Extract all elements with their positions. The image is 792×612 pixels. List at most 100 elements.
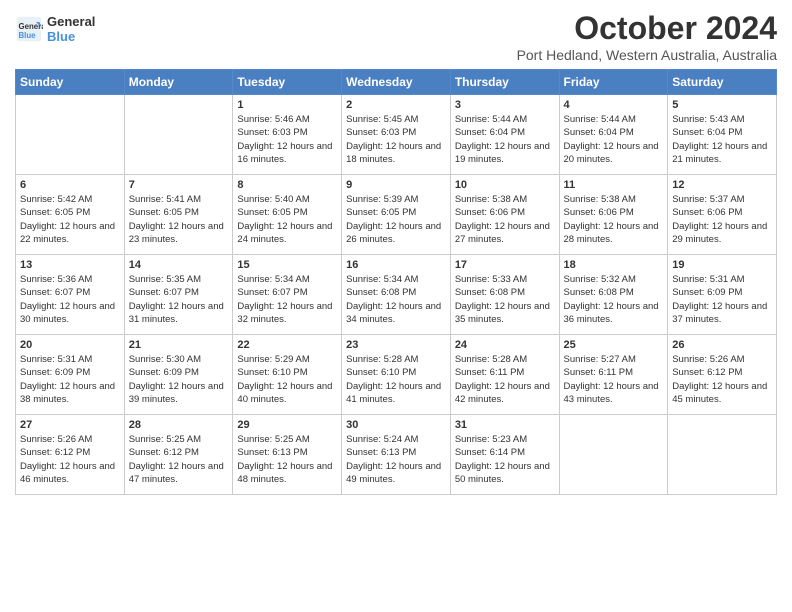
header-sunday: Sunday	[16, 70, 125, 95]
day-number: 3	[455, 99, 555, 111]
day-info: Sunrise: 5:41 AMSunset: 6:05 PMDaylight:…	[129, 193, 229, 246]
calendar-cell: 9Sunrise: 5:39 AMSunset: 6:05 PMDaylight…	[342, 175, 451, 255]
day-number: 17	[455, 259, 555, 271]
day-number: 23	[346, 339, 446, 351]
day-number: 15	[237, 259, 337, 271]
header-saturday: Saturday	[668, 70, 777, 95]
day-info: Sunrise: 5:23 AMSunset: 6:14 PMDaylight:…	[455, 433, 555, 486]
day-info: Sunrise: 5:44 AMSunset: 6:04 PMDaylight:…	[455, 113, 555, 166]
calendar-cell: 4Sunrise: 5:44 AMSunset: 6:04 PMDaylight…	[559, 95, 668, 175]
calendar-cell	[559, 415, 668, 495]
logo: General Blue General Blue	[15, 14, 95, 44]
page-header: General Blue General Blue October 2024 P…	[15, 10, 777, 63]
day-number: 11	[564, 179, 664, 191]
day-info: Sunrise: 5:38 AMSunset: 6:06 PMDaylight:…	[564, 193, 664, 246]
calendar-cell: 31 Sunrise: 5:23 AMSunset: 6:14 PMDayligh…	[450, 415, 559, 495]
calendar-cell: 11 Sunrise: 5:38 AMSunset: 6:06 PMDayligh…	[559, 175, 668, 255]
calendar-cell: 22 Sunrise: 5:29 AMSunset: 6:10 PMDayligh…	[233, 335, 342, 415]
calendar-cell: 2Sunrise: 5:45 AMSunset: 6:03 PMDaylight…	[342, 95, 451, 175]
calendar-cell: 29 Sunrise: 5:25 AMSunset: 6:13 PMDayligh…	[233, 415, 342, 495]
calendar-cell: 18 Sunrise: 5:32 AMSunset: 6:08 PMDayligh…	[559, 255, 668, 335]
day-number: 26	[672, 339, 772, 351]
calendar-cell: 14Sunrise: 5:35 AMSunset: 6:07 PMDayligh…	[124, 255, 233, 335]
header-friday: Friday	[559, 70, 668, 95]
day-number: 16	[346, 259, 446, 271]
day-info: Sunrise: 5:38 AMSunset: 6:06 PMDaylight:…	[455, 193, 555, 246]
header-thursday: Thursday	[450, 70, 559, 95]
day-info: Sunrise: 5:39 AMSunset: 6:05 PMDaylight:…	[346, 193, 446, 246]
day-number: 8	[237, 179, 337, 191]
day-number: 30	[346, 419, 446, 431]
calendar-cell: 19 Sunrise: 5:31 AMSunset: 6:09 PMDayligh…	[668, 255, 777, 335]
calendar-cell	[16, 95, 125, 175]
header-tuesday: Tuesday	[233, 70, 342, 95]
day-info: Sunrise: 5:31 AMSunset: 6:09 PMDaylight:…	[672, 273, 772, 326]
calendar-cell: 23 Sunrise: 5:28 AMSunset: 6:10 PMDayligh…	[342, 335, 451, 415]
day-info: Sunrise: 5:25 AMSunset: 6:13 PMDaylight:…	[237, 433, 337, 486]
calendar-cell: 24 Sunrise: 5:28 AMSunset: 6:11 PMDayligh…	[450, 335, 559, 415]
day-info: Sunrise: 5:35 AMSunset: 6:07 PMDaylight:…	[129, 273, 229, 326]
day-info: Sunrise: 5:46 AMSunset: 6:03 PMDaylight:…	[237, 113, 337, 166]
calendar-cell: 25Sunrise: 5:27 AMSunset: 6:11 PMDayligh…	[559, 335, 668, 415]
day-info: Sunrise: 5:29 AMSunset: 6:10 PMDaylight:…	[237, 353, 337, 406]
week-row-3: 13 Sunrise: 5:36 AMSunset: 6:07 PMDayligh…	[16, 255, 777, 335]
day-info: Sunrise: 5:24 AMSunset: 6:13 PMDaylight:…	[346, 433, 446, 486]
day-info: Sunrise: 5:28 AMSunset: 6:10 PMDaylight:…	[346, 353, 446, 406]
calendar-cell: 8 Sunrise: 5:40 AMSunset: 6:05 PMDaylight…	[233, 175, 342, 255]
calendar-cell: 15 Sunrise: 5:34 AMSunset: 6:07 PMDayligh…	[233, 255, 342, 335]
header-monday: Monday	[124, 70, 233, 95]
day-number: 10	[455, 179, 555, 191]
day-number: 1	[237, 99, 337, 111]
calendar-header-row: SundayMondayTuesdayWednesdayThursdayFrid…	[16, 70, 777, 95]
day-info: Sunrise: 5:34 AMSunset: 6:08 PMDaylight:…	[346, 273, 446, 326]
month-title: October 2024	[517, 10, 777, 47]
week-row-2: 6Sunrise: 5:42 AMSunset: 6:05 PMDaylight…	[16, 175, 777, 255]
location-subtitle: Port Hedland, Western Australia, Austral…	[517, 47, 777, 63]
day-number: 31	[455, 419, 555, 431]
day-number: 13	[20, 259, 120, 271]
calendar-cell: 10 Sunrise: 5:38 AMSunset: 6:06 PMDayligh…	[450, 175, 559, 255]
logo-icon: General Blue	[15, 15, 43, 43]
day-info: Sunrise: 5:36 AMSunset: 6:07 PMDaylight:…	[20, 273, 120, 326]
day-info: Sunrise: 5:26 AMSunset: 6:12 PMDaylight:…	[20, 433, 120, 486]
day-number: 28	[129, 419, 229, 431]
calendar-cell: 20 Sunrise: 5:31 AMSunset: 6:09 PMDayligh…	[16, 335, 125, 415]
day-info: Sunrise: 5:44 AMSunset: 6:04 PMDaylight:…	[564, 113, 664, 166]
day-info: Sunrise: 5:34 AMSunset: 6:07 PMDaylight:…	[237, 273, 337, 326]
day-info: Sunrise: 5:32 AMSunset: 6:08 PMDaylight:…	[564, 273, 664, 326]
day-number: 18	[564, 259, 664, 271]
day-number: 29	[237, 419, 337, 431]
calendar-cell: 30 Sunrise: 5:24 AMSunset: 6:13 PMDayligh…	[342, 415, 451, 495]
day-info: Sunrise: 5:42 AMSunset: 6:05 PMDaylight:…	[20, 193, 120, 246]
logo-text-blue: Blue	[47, 29, 95, 44]
calendar-cell: 27 Sunrise: 5:26 AMSunset: 6:12 PMDayligh…	[16, 415, 125, 495]
calendar-cell: 5Sunrise: 5:43 AMSunset: 6:04 PMDaylight…	[668, 95, 777, 175]
day-number: 2	[346, 99, 446, 111]
day-number: 21	[129, 339, 229, 351]
day-info: Sunrise: 5:37 AMSunset: 6:06 PMDaylight:…	[672, 193, 772, 246]
header-wednesday: Wednesday	[342, 70, 451, 95]
day-number: 22	[237, 339, 337, 351]
day-info: Sunrise: 5:31 AMSunset: 6:09 PMDaylight:…	[20, 353, 120, 406]
week-row-4: 20 Sunrise: 5:31 AMSunset: 6:09 PMDayligh…	[16, 335, 777, 415]
week-row-5: 27 Sunrise: 5:26 AMSunset: 6:12 PMDayligh…	[16, 415, 777, 495]
calendar-cell: 16 Sunrise: 5:34 AMSunset: 6:08 PMDayligh…	[342, 255, 451, 335]
day-info: Sunrise: 5:26 AMSunset: 6:12 PMDaylight:…	[672, 353, 772, 406]
day-info: Sunrise: 5:33 AMSunset: 6:08 PMDaylight:…	[455, 273, 555, 326]
day-number: 27	[20, 419, 120, 431]
calendar-cell	[124, 95, 233, 175]
calendar-cell: 17 Sunrise: 5:33 AMSunset: 6:08 PMDayligh…	[450, 255, 559, 335]
logo-text-general: General	[47, 14, 95, 29]
calendar-cell: 6Sunrise: 5:42 AMSunset: 6:05 PMDaylight…	[16, 175, 125, 255]
day-number: 19	[672, 259, 772, 271]
title-block: October 2024 Port Hedland, Western Austr…	[517, 10, 777, 63]
day-info: Sunrise: 5:28 AMSunset: 6:11 PMDaylight:…	[455, 353, 555, 406]
week-row-1: 1 Sunrise: 5:46 AMSunset: 6:03 PMDaylight…	[16, 95, 777, 175]
calendar-table: SundayMondayTuesdayWednesdayThursdayFrid…	[15, 69, 777, 495]
day-number: 20	[20, 339, 120, 351]
day-info: Sunrise: 5:40 AMSunset: 6:05 PMDaylight:…	[237, 193, 337, 246]
calendar-cell: 12Sunrise: 5:37 AMSunset: 6:06 PMDayligh…	[668, 175, 777, 255]
day-number: 25	[564, 339, 664, 351]
day-number: 24	[455, 339, 555, 351]
calendar-cell: 7Sunrise: 5:41 AMSunset: 6:05 PMDaylight…	[124, 175, 233, 255]
